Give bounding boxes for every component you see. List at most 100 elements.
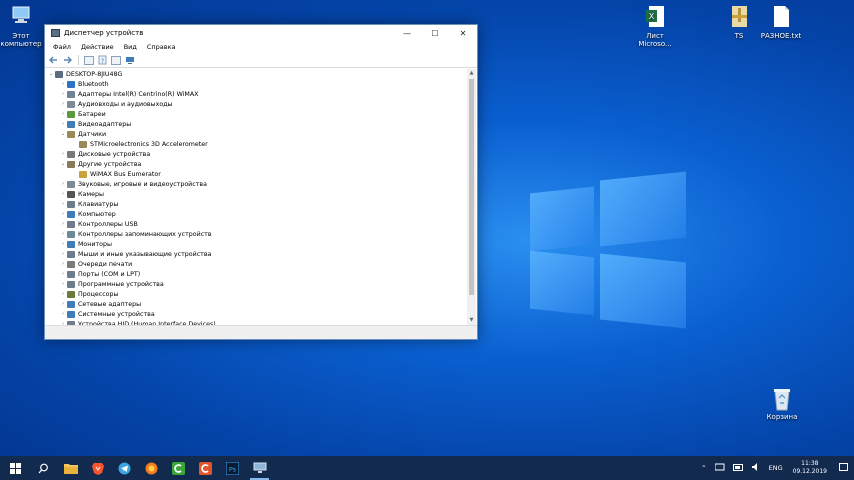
back-arrow-icon[interactable] (48, 55, 59, 65)
expand-chevron-icon[interactable]: › (59, 241, 67, 247)
show-hidden-icons-chevron-icon[interactable]: ⌃ (697, 464, 710, 472)
forward-arrow-icon[interactable] (62, 55, 73, 65)
tree-category-item[interactable]: › Клавиатуры (45, 199, 467, 209)
expand-chevron-icon[interactable]: › (59, 91, 67, 97)
brave-icon (91, 462, 104, 475)
expand-chevron-icon[interactable]: › (59, 261, 67, 267)
properties-icon[interactable] (111, 55, 121, 65)
desktop-icon-recycle-bin[interactable]: Корзина (754, 386, 810, 421)
taskbar-device-manager[interactable] (246, 456, 273, 480)
search-button[interactable] (30, 456, 57, 480)
desktop-icon-excel[interactable]: X Лист Microso... (627, 5, 683, 48)
scrollbar-thumb[interactable] (469, 79, 474, 295)
expand-chevron-icon[interactable]: › (59, 151, 67, 157)
vertical-scrollbar[interactable]: ▲ ▼ (467, 69, 476, 325)
help-icon[interactable]: ? (97, 55, 108, 65)
desktop-icon-txt[interactable]: РАЗНОЕ.txt (753, 5, 809, 40)
monitor-scan-icon[interactable] (124, 55, 135, 65)
taskbar-brave[interactable] (84, 456, 111, 480)
device-manager-window: Диспетчер устройств — ☐ ✕ Файл Действие … (44, 24, 478, 340)
camtasia-recorder-icon (199, 461, 212, 475)
close-button[interactable]: ✕ (449, 25, 477, 41)
tree-category-item[interactable]: › Процессоры (45, 289, 467, 299)
menu-action[interactable]: Действие (76, 43, 119, 51)
tree-category-item[interactable]: › Сетевые адаптеры (45, 299, 467, 309)
svg-text:Ps: Ps (229, 465, 237, 473)
expand-chevron-icon[interactable]: › (59, 231, 67, 237)
yandex-browser-icon (145, 462, 158, 474)
tree-category-item[interactable]: › Очереди печати (45, 259, 467, 269)
expand-chevron-icon[interactable]: › (59, 221, 67, 227)
tree-category-item[interactable]: › Программные устройства (45, 279, 467, 289)
taskbar-file-explorer[interactable] (57, 456, 84, 480)
minimize-button[interactable]: — (393, 25, 421, 41)
taskbar-camtasia[interactable] (165, 456, 192, 480)
tree-category-item[interactable]: › Контроллеры запоминающих устройств (45, 229, 467, 239)
collapse-chevron-icon[interactable]: ⌄ (59, 131, 67, 137)
tree-category-item[interactable]: › Мыши и иные указывающие устройства (45, 249, 467, 259)
tree-category-item[interactable]: › Видеоадаптеры (45, 119, 467, 129)
expand-chevron-icon[interactable]: › (59, 271, 67, 277)
expand-chevron-icon[interactable]: › (59, 191, 67, 197)
expand-chevron-icon[interactable]: › (59, 111, 67, 117)
expand-chevron-icon[interactable]: › (59, 311, 67, 317)
collapse-chevron-icon[interactable]: ⌄ (59, 161, 67, 167)
start-button[interactable] (0, 456, 30, 480)
volume-icon[interactable] (748, 463, 765, 473)
expand-chevron-icon[interactable]: › (59, 201, 67, 207)
desktop-icon-this-pc[interactable]: Этот компьютер (0, 5, 49, 48)
taskbar-camtasia-recorder[interactable] (192, 456, 219, 480)
collapse-chevron-icon[interactable]: ⌄ (47, 71, 55, 77)
taskbar-photoshop[interactable]: Ps (219, 456, 246, 480)
tree-root[interactable]: ⌄ DESKTOP-8JIU48G (45, 69, 467, 79)
expand-chevron-icon[interactable]: › (59, 301, 67, 307)
expand-chevron-icon[interactable]: › (59, 181, 67, 187)
notifications-icon[interactable] (837, 462, 854, 474)
expand-chevron-icon[interactable]: › (59, 291, 67, 297)
expand-chevron-icon[interactable]: › (59, 101, 67, 107)
expand-chevron-icon[interactable]: › (59, 281, 67, 287)
menu-help[interactable]: Справка (142, 43, 181, 51)
tree-items: › Bluetooth › Адаптеры Intel(R) Centrino(R)… (45, 79, 467, 325)
language-indicator[interactable]: ENG (765, 464, 787, 472)
tree-category-item[interactable]: › Bluetooth (45, 79, 467, 89)
expand-chevron-icon[interactable]: › (59, 81, 67, 87)
tree-device-item[interactable]: STMicroelectronics 3D Accelerometer (45, 139, 467, 149)
menu-file[interactable]: Файл (48, 43, 76, 51)
tree-category-item[interactable]: ⌄ Другие устройства (45, 159, 467, 169)
tree-category-item[interactable]: › Системные устройства (45, 309, 467, 319)
tree-device-item[interactable]: WiMAX Bus Eumerator (45, 169, 467, 179)
clock[interactable]: 11:38 09.12.2019 (793, 460, 827, 476)
tree-category-item[interactable]: › Мониторы (45, 239, 467, 249)
desktop-icon-label: РАЗНОЕ.txt (760, 32, 802, 40)
device-category-icon (67, 250, 75, 258)
expand-chevron-icon[interactable]: › (59, 251, 67, 257)
scroll-up-arrow-icon[interactable]: ▲ (467, 69, 476, 78)
taskbar-yandex[interactable] (138, 456, 165, 480)
tree-category-item[interactable]: › Контроллеры USB (45, 219, 467, 229)
menu-view[interactable]: Вид (119, 43, 142, 51)
expand-chevron-icon[interactable]: › (59, 211, 67, 217)
tree-category-item[interactable]: › Адаптеры Intel(R) Centrino(R) WiMAX (45, 89, 467, 99)
window-title: Диспетчер устройств (64, 29, 144, 37)
expand-chevron-icon[interactable]: › (59, 121, 67, 127)
tree-category-item[interactable]: › Аудиовходы и аудиовыходы (45, 99, 467, 109)
tree-category-item[interactable]: › Порты (COM и LPT) (45, 269, 467, 279)
show-hide-console-tree-icon[interactable] (84, 55, 94, 65)
tree-category-item[interactable]: › Компьютер (45, 209, 467, 219)
tree-item-label: Батареи (78, 110, 106, 118)
tree-category-item[interactable]: › Камеры (45, 189, 467, 199)
clock-time: 11:38 (801, 460, 819, 467)
device-manager-icon (253, 462, 266, 473)
title-bar[interactable]: Диспетчер устройств — ☐ ✕ (45, 25, 477, 41)
network-icon[interactable] (711, 463, 729, 473)
tree-category-item[interactable]: › Батареи (45, 109, 467, 119)
scroll-down-arrow-icon[interactable]: ▼ (467, 316, 476, 325)
maximize-button[interactable]: ☐ (421, 25, 449, 41)
device-category-icon (67, 200, 75, 208)
battery-icon[interactable] (729, 463, 748, 473)
tree-category-item[interactable]: ⌄ Датчики (45, 129, 467, 139)
taskbar-telegram[interactable] (111, 456, 138, 480)
tree-category-item[interactable]: › Звуковые, игровые и видеоустройства (45, 179, 467, 189)
tree-category-item[interactable]: › Дисковые устройства (45, 149, 467, 159)
